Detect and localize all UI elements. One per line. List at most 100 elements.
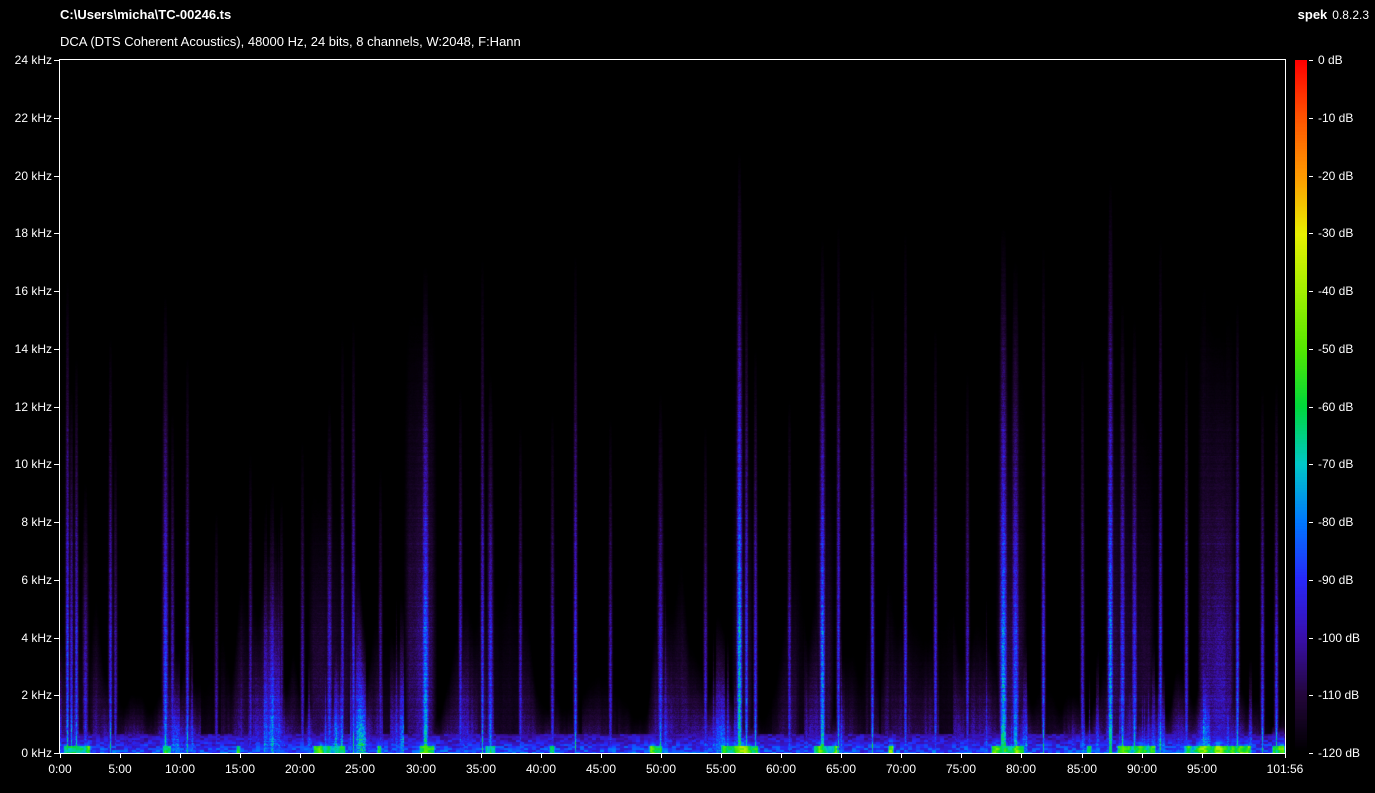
- time-tick: [120, 754, 121, 758]
- time-tick: [180, 754, 181, 758]
- db-tick-label: -50 dB: [1318, 342, 1354, 356]
- db-tick-label: 0 dB: [1318, 53, 1343, 67]
- db-tick-label: -100 dB: [1318, 631, 1361, 645]
- time-tick-label: 0:00: [48, 762, 72, 776]
- time-tick: [601, 754, 602, 758]
- time-tick-label: 70:00: [885, 762, 917, 776]
- db-tick: [1309, 753, 1313, 754]
- time-tick: [721, 754, 722, 758]
- time-tick-label: 35:00: [465, 762, 497, 776]
- db-color-scale: [1295, 60, 1307, 753]
- db-tick: [1309, 407, 1313, 408]
- time-tick-label: 45:00: [585, 762, 617, 776]
- app-version: 0.8.2.3: [1332, 8, 1369, 22]
- time-tick: [60, 754, 61, 758]
- time-tick: [1142, 754, 1143, 758]
- frequency-tick-label: 14 kHz: [14, 342, 52, 356]
- app-brand: spek 0.8.2.3: [1298, 7, 1369, 22]
- db-tick: [1309, 291, 1313, 292]
- frequency-tick-label: 24 kHz: [14, 53, 52, 67]
- frequency-tick-label: 6 kHz: [21, 573, 52, 587]
- frequency-tick-label: 2 kHz: [21, 688, 52, 702]
- frequency-tick-label: 10 kHz: [14, 457, 52, 471]
- time-tick: [661, 754, 662, 758]
- time-tick-label: 55:00: [705, 762, 737, 776]
- spectrogram-plot: [59, 59, 1286, 754]
- frequency-tick-label: 16 kHz: [14, 284, 52, 298]
- db-tick-label: -90 dB: [1318, 573, 1354, 587]
- db-tick: [1309, 464, 1313, 465]
- time-tick-label: 30:00: [405, 762, 437, 776]
- time-tick: [1021, 754, 1022, 758]
- time-tick-label: 90:00: [1126, 762, 1158, 776]
- frequency-tick: [54, 349, 59, 350]
- stream-info: DCA (DTS Coherent Acoustics), 48000 Hz, …: [60, 34, 521, 49]
- time-tick-label: 75:00: [945, 762, 977, 776]
- time-tick-label: 101:56: [1266, 762, 1304, 776]
- spectrogram-canvas[interactable]: [60, 60, 1285, 753]
- time-tick: [421, 754, 422, 758]
- frequency-tick-label: 8 kHz: [21, 515, 52, 529]
- time-tick-label: 65:00: [825, 762, 857, 776]
- time-tick: [1285, 754, 1286, 758]
- db-tick: [1309, 580, 1313, 581]
- time-tick-label: 5:00: [108, 762, 132, 776]
- frequency-tick: [54, 580, 59, 581]
- db-tick-label: -60 dB: [1318, 400, 1354, 414]
- time-tick: [541, 754, 542, 758]
- time-tick: [240, 754, 241, 758]
- time-tick: [300, 754, 301, 758]
- frequency-tick: [54, 753, 59, 754]
- time-tick: [1202, 754, 1203, 758]
- time-tick-label: 95:00: [1186, 762, 1218, 776]
- time-tick: [841, 754, 842, 758]
- time-tick-label: 80:00: [1005, 762, 1037, 776]
- time-tick-label: 25:00: [344, 762, 376, 776]
- frequency-tick: [54, 60, 59, 61]
- frequency-tick: [54, 176, 59, 177]
- frequency-tick: [54, 233, 59, 234]
- db-tick-label: -20 dB: [1318, 169, 1354, 183]
- frequency-tick-label: 18 kHz: [14, 226, 52, 240]
- time-tick-label: 10:00: [164, 762, 196, 776]
- db-tick-label: -120 dB: [1318, 746, 1361, 760]
- time-tick-label: 60:00: [765, 762, 797, 776]
- frequency-tick: [54, 118, 59, 119]
- db-tick-label: -10 dB: [1318, 111, 1354, 125]
- db-tick-label: -40 dB: [1318, 284, 1354, 298]
- time-tick: [961, 754, 962, 758]
- file-path: C:\Users\micha\TC-00246.ts: [60, 7, 232, 22]
- frequency-tick-label: 12 kHz: [14, 400, 52, 414]
- db-tick: [1309, 60, 1313, 61]
- db-tick: [1309, 638, 1313, 639]
- db-tick: [1309, 118, 1313, 119]
- time-tick-label: 50:00: [645, 762, 677, 776]
- frequency-tick: [54, 695, 59, 696]
- frequency-tick: [54, 522, 59, 523]
- time-tick: [781, 754, 782, 758]
- time-tick-label: 20:00: [284, 762, 316, 776]
- db-tick-label: -70 dB: [1318, 457, 1354, 471]
- time-tick: [481, 754, 482, 758]
- db-tick: [1309, 233, 1313, 234]
- db-tick-label: -30 dB: [1318, 226, 1354, 240]
- frequency-tick-label: 20 kHz: [14, 169, 52, 183]
- time-tick: [901, 754, 902, 758]
- frequency-tick-label: 4 kHz: [21, 631, 52, 645]
- frequency-tick: [54, 407, 59, 408]
- time-tick: [1082, 754, 1083, 758]
- time-tick: [360, 754, 361, 758]
- frequency-tick: [54, 638, 59, 639]
- db-tick: [1309, 349, 1313, 350]
- frequency-tick-label: 0 kHz: [21, 746, 52, 760]
- time-tick-label: 85:00: [1066, 762, 1098, 776]
- frequency-tick-label: 22 kHz: [14, 111, 52, 125]
- db-tick: [1309, 695, 1313, 696]
- frequency-tick: [54, 464, 59, 465]
- db-tick: [1309, 176, 1313, 177]
- db-tick-label: -110 dB: [1318, 688, 1360, 702]
- time-tick-label: 40:00: [525, 762, 557, 776]
- frequency-tick: [54, 291, 59, 292]
- db-tick: [1309, 522, 1313, 523]
- db-tick-label: -80 dB: [1318, 515, 1354, 529]
